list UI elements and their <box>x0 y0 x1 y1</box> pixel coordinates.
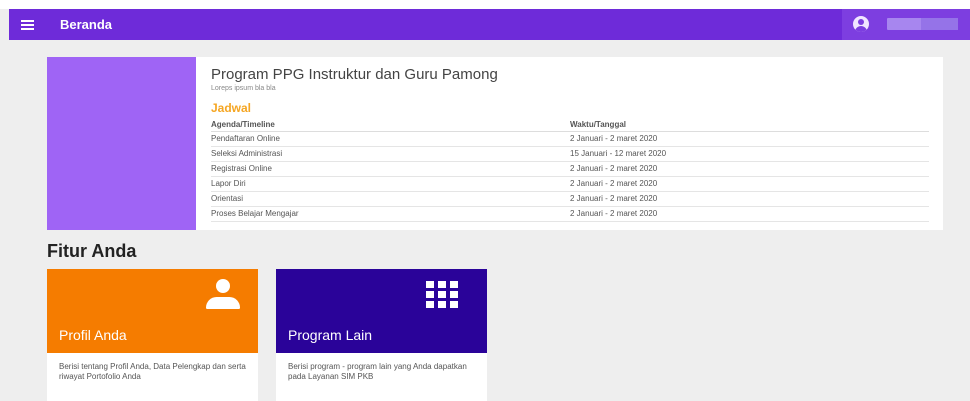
hamburger-menu-icon[interactable] <box>21 20 34 30</box>
date-cell: 2 Januari - 2 maret 2020 <box>570 206 929 222</box>
date-cell: 15 Januari - 12 maret 2020 <box>570 146 929 162</box>
table-row: Registrasi Online 2 Januari - 2 maret 20… <box>211 161 929 177</box>
feature-card-description: Berisi tentang Profil Anda, Data Pelengk… <box>59 362 246 381</box>
agenda-cell: Proses Belajar Mengajar <box>211 206 570 222</box>
table-header-row: Agenda/Timeline Waktu/Tanggal <box>211 118 929 132</box>
feature-card-title: Profil Anda <box>59 327 127 343</box>
date-cell: 2 Januari - 2 maret 2020 <box>570 161 929 177</box>
feature-card-description: Berisi program - program lain yang Anda … <box>288 362 467 381</box>
agenda-cell: Lapor Diri <box>211 176 570 192</box>
feature-card-title: Program Lain <box>288 327 373 343</box>
program-info-card: Program PPG Instruktur dan Guru Pamong L… <box>47 57 943 230</box>
column-header-date: Waktu/Tanggal <box>570 118 929 132</box>
user-avatar-icon[interactable] <box>853 16 869 32</box>
agenda-cell: Pendaftaran Online <box>211 131 570 147</box>
schedule-heading: Jadwal <box>211 101 252 115</box>
features-heading: Fitur Anda <box>47 241 137 261</box>
table-row: Pendaftaran Online 2 Januari - 2 maret 2… <box>211 131 929 147</box>
agenda-cell: Seleksi Administrasi <box>211 146 570 162</box>
user-menu[interactable] <box>842 9 970 40</box>
page-title: Beranda <box>60 17 113 32</box>
schedule-table: Agenda/Timeline Waktu/Tanggal Pendaftara… <box>211 118 929 222</box>
column-header-agenda: Agenda/Timeline <box>211 118 570 132</box>
table-row: Seleksi Administrasi 15 Januari - 12 mar… <box>211 146 929 162</box>
feature-card-header: Program Lain <box>276 269 487 353</box>
feature-card-program-lain[interactable]: Program Lain Berisi program - program la… <box>276 269 487 401</box>
person-icon <box>206 279 240 309</box>
top-app-bar: Beranda <box>9 9 970 40</box>
table-row: Orientasi 2 Januari - 2 maret 2020 <box>211 191 929 207</box>
program-subtitle: Loreps ipsum bla bla <box>211 85 276 92</box>
program-image-placeholder <box>47 57 196 230</box>
agenda-cell: Registrasi Online <box>211 161 570 177</box>
agenda-cell: Orientasi <box>211 191 570 207</box>
table-row: Proses Belajar Mengajar 2 Januari - 2 ma… <box>211 206 929 222</box>
date-cell: 2 Januari - 2 maret 2020 <box>570 131 929 147</box>
feature-card-header: Profil Anda <box>47 269 258 353</box>
window-top-edge <box>0 0 970 9</box>
apps-grid-icon <box>426 281 458 308</box>
feature-card-profil[interactable]: Profil Anda Berisi tentang Profil Anda, … <box>47 269 258 401</box>
date-cell: 2 Januari - 2 maret 2020 <box>570 176 929 192</box>
date-cell: 2 Januari - 2 maret 2020 <box>570 191 929 207</box>
program-info-content: Program PPG Instruktur dan Guru Pamong L… <box>211 66 929 222</box>
program-title: Program PPG Instruktur dan Guru Pamong <box>211 66 498 83</box>
user-name-redacted <box>887 18 958 30</box>
table-row: Lapor Diri 2 Januari - 2 maret 2020 <box>211 176 929 192</box>
